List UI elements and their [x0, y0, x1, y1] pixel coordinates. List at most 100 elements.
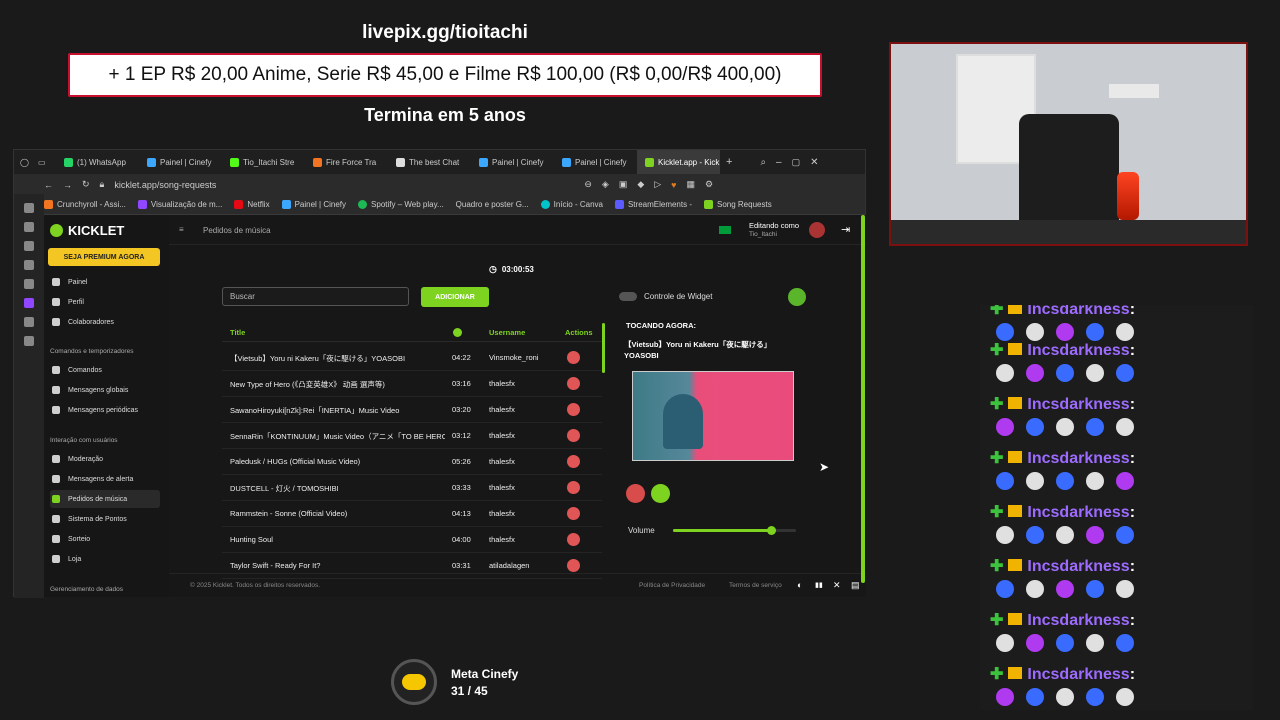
- nav-sistema-pontos[interactable]: Sistema de Pontos: [50, 510, 160, 528]
- delete-song-button[interactable]: [567, 507, 580, 520]
- nav-colaboradores[interactable]: Colaboradores: [50, 313, 160, 331]
- widget-toggle[interactable]: [619, 292, 637, 301]
- song-duration: 04:00: [452, 535, 471, 544]
- sidebar-extension-icon[interactable]: [24, 241, 34, 251]
- x-icon[interactable]: ✕: [833, 580, 841, 591]
- widget-power-button[interactable]: [788, 288, 806, 306]
- nav-pedidos-musica[interactable]: Pedidos de música: [50, 490, 160, 508]
- col-title[interactable]: Title: [230, 328, 245, 337]
- delete-song-button[interactable]: [567, 377, 580, 390]
- delete-song-button[interactable]: [567, 559, 580, 572]
- bookmark-netflix[interactable]: Netflix: [234, 200, 270, 209]
- sidebar-extension-icon[interactable]: [24, 260, 34, 270]
- sidebar-extension-icon[interactable]: [24, 203, 34, 213]
- extension-icon[interactable]: ◈: [602, 179, 609, 190]
- tab-whatsapp[interactable]: (1) WhatsApp: [56, 150, 139, 174]
- nav-painel[interactable]: Painel: [50, 273, 160, 291]
- nav-moderacao[interactable]: Moderação: [50, 450, 160, 468]
- back-icon[interactable]: ←: [44, 180, 53, 190]
- tab-search-icon[interactable]: ⌕: [760, 157, 766, 168]
- new-tab-icon[interactable]: +: [726, 156, 732, 168]
- tab-cinefy-1[interactable]: Painel | Cinefy: [139, 150, 222, 174]
- nav-loja[interactable]: Loja: [50, 550, 160, 568]
- bookmark-spotify[interactable]: Spotify – Web play...: [358, 200, 444, 209]
- song-duration: 03:12: [452, 431, 471, 440]
- sidebar-extension-icon[interactable]: [24, 222, 34, 232]
- stop-button[interactable]: [626, 484, 645, 503]
- terms-link[interactable]: Termos de serviço: [729, 582, 782, 589]
- plus-badge-icon: ✚: [990, 450, 1004, 467]
- crown-badge-icon: [1008, 505, 1023, 517]
- workspaces-icon[interactable]: ▭: [38, 158, 56, 167]
- minimize-icon[interactable]: –: [776, 157, 782, 168]
- col-username[interactable]: Username: [489, 328, 525, 337]
- bookmark-crunchyroll[interactable]: Crunchyroll - Assi...: [44, 200, 126, 209]
- delete-song-button[interactable]: [567, 403, 580, 416]
- nav-perfil[interactable]: Perfil: [50, 293, 160, 311]
- table-row: Hunting Soul 04:00 thalesfx: [222, 527, 602, 553]
- nav-sorteio[interactable]: Sorteio: [50, 530, 160, 548]
- play-icon[interactable]: ▷: [654, 179, 661, 190]
- kick-icon[interactable]: ▮▮: [815, 581, 823, 589]
- forward-icon[interactable]: →: [63, 180, 72, 190]
- tab-cinefy-2[interactable]: Painel | Cinefy: [471, 150, 554, 174]
- twitch-icon[interactable]: [24, 298, 34, 308]
- delete-song-button[interactable]: [567, 455, 580, 468]
- premium-button[interactable]: SEJA PREMIUM AGORA: [48, 248, 160, 266]
- kick-icon: [230, 157, 239, 167]
- song-user: atiladalagen: [489, 561, 530, 570]
- settings-icon[interactable]: ⚙: [705, 179, 713, 190]
- tab-chat[interactable]: The best Chat: [388, 150, 471, 174]
- volume-slider[interactable]: [673, 526, 796, 535]
- table-scrollbar[interactable]: [602, 323, 605, 373]
- skip-button[interactable]: [651, 484, 670, 503]
- delete-song-button[interactable]: [567, 351, 580, 364]
- zoom-icon[interactable]: ⊖: [584, 179, 592, 190]
- delete-song-button[interactable]: [567, 429, 580, 442]
- avatar[interactable]: [809, 222, 825, 238]
- add-song-button[interactable]: ADICIONAR: [421, 287, 489, 307]
- tab-kicklet[interactable]: Kicklet.app - Kick Cha: [637, 150, 720, 174]
- docs-icon[interactable]: ▤: [851, 580, 860, 591]
- bookmark-cinefy[interactable]: Painel | Cinefy: [281, 200, 346, 209]
- sidebar-extension-icon[interactable]: [24, 279, 34, 289]
- url-field[interactable]: kicklet.app/song-requests: [114, 180, 574, 190]
- close-icon[interactable]: ✕: [810, 157, 818, 168]
- privacy-link[interactable]: Política de Privacidade: [639, 582, 705, 589]
- screenshot-icon[interactable]: ▣: [619, 179, 628, 190]
- bookmark-quadro[interactable]: Quadro e poster G...: [456, 200, 529, 209]
- delete-song-button[interactable]: [567, 533, 580, 546]
- nav-mensagens-alerta[interactable]: Mensagens de alerta: [50, 470, 160, 488]
- bookmark-canva[interactable]: Início - Canva: [540, 200, 603, 209]
- x-icon[interactable]: [24, 317, 34, 327]
- heart-icon[interactable]: ♥: [671, 180, 676, 190]
- menu-toggle-icon[interactable]: ≡: [179, 225, 184, 234]
- chat-username: Incsdarkness: [1027, 342, 1130, 359]
- nav-mensagens-globais[interactable]: Mensagens globais: [50, 381, 160, 399]
- search-input[interactable]: Buscar: [222, 287, 409, 306]
- page-scrollbar[interactable]: [861, 215, 865, 583]
- tab-fire-force[interactable]: Fire Force Tra: [305, 150, 388, 174]
- nav-comandos[interactable]: Comandos: [50, 361, 160, 379]
- song-duration: 04:22: [452, 353, 471, 362]
- browser-menu-icon[interactable]: ◯: [20, 158, 38, 167]
- volume-knob[interactable]: [767, 526, 777, 535]
- apps-icon[interactable]: ▦: [687, 179, 696, 190]
- tab-cinefy-3[interactable]: Painel | Cinefy: [554, 150, 637, 174]
- nav-mensagens-periodicas[interactable]: Mensagens periódicas: [50, 401, 160, 419]
- bookmark-song-requests[interactable]: Song Requests: [704, 200, 772, 209]
- brazil-flag-icon[interactable]: [719, 226, 731, 234]
- shield-icon[interactable]: ◆: [637, 179, 644, 190]
- logout-icon[interactable]: ⇥: [841, 223, 850, 236]
- kicklet-logo[interactable]: KICKLET: [50, 223, 124, 238]
- delete-song-button[interactable]: [567, 481, 580, 494]
- chat-emote-icon: [1086, 418, 1104, 436]
- sidebar-extension-icon[interactable]: [24, 336, 34, 346]
- footer: © 2025 Kicklet. Todos os direitos reserv…: [169, 573, 866, 597]
- maximize-icon[interactable]: ▢: [792, 157, 801, 168]
- bookmark-streamelements[interactable]: StreamElements -: [614, 200, 692, 209]
- discord-icon[interactable]: ◐: [797, 580, 802, 590]
- tab-kick[interactable]: Tio_Itachi Stre: [222, 150, 305, 174]
- reload-icon[interactable]: ↻: [82, 179, 90, 190]
- bookmark-visualizacao[interactable]: Visualização de m...: [137, 200, 222, 209]
